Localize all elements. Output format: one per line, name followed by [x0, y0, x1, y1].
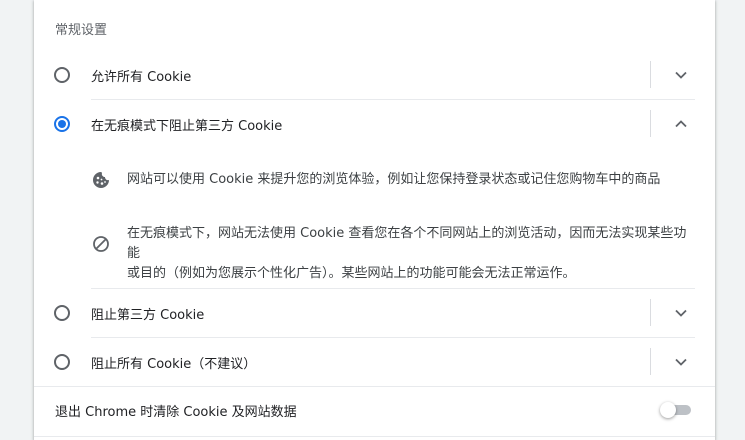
section-title: 常规设置 [55, 23, 108, 38]
toggle-knob [660, 402, 676, 418]
block-info-line1: 在无痕模式下，网站无法使用 Cookie 查看您在各个不同网站上的浏览活动，因而… [127, 226, 687, 261]
divider [34, 436, 715, 437]
chevron-down-icon[interactable] [674, 355, 688, 369]
cookie-info-text: 网站可以使用 Cookie 来提升您的浏览体验，例如让您保持登录状态或记住您购物… [127, 172, 661, 187]
option-block-third-party-incognito[interactable]: 在无痕模式下阻止第三方 Cookie [34, 99, 715, 148]
option-block-third-party[interactable]: 阻止第三方 Cookie [34, 288, 715, 337]
option-label: 允许所有 Cookie [91, 70, 192, 85]
block-icon [93, 236, 109, 252]
chevron-up-icon[interactable] [674, 117, 688, 131]
block-info-text: 在无痕模式下，网站无法使用 Cookie 查看您在各个不同网站上的浏览活动，因而… [127, 224, 695, 284]
clear-on-exit-toggle[interactable] [660, 402, 692, 418]
radio-button[interactable] [54, 305, 70, 321]
separator [650, 110, 651, 137]
divider [34, 386, 715, 387]
option-label: 阻止第三方 Cookie [91, 308, 205, 323]
radio-button[interactable] [54, 354, 70, 370]
option-label: 阻止所有 Cookie（不建议） [91, 357, 257, 372]
radio-button[interactable] [54, 67, 70, 83]
option-allow-all[interactable]: 允许所有 Cookie [34, 50, 715, 99]
separator [650, 348, 651, 375]
separator [650, 299, 651, 326]
cookie-icon [93, 172, 109, 188]
chevron-down-icon[interactable] [674, 306, 688, 320]
cookie-settings-card: 常规设置 允许所有 Cookie 在无痕模式下阻止第三方 Cookie 网站可以… [34, 0, 715, 440]
option-block-all[interactable]: 阻止所有 Cookie（不建议） [34, 337, 715, 386]
option-label: 在无痕模式下阻止第三方 Cookie [91, 119, 283, 134]
radio-button-selected[interactable] [54, 116, 70, 132]
block-info-line2: 或目的（例如为您展示个性化广告）。某些网站上的功能可能会无法正常运作。 [127, 266, 576, 281]
chevron-down-icon[interactable] [674, 68, 688, 82]
clear-on-exit-label: 退出 Chrome 时清除 Cookie 及网站数据 [55, 405, 297, 420]
separator [650, 61, 651, 88]
